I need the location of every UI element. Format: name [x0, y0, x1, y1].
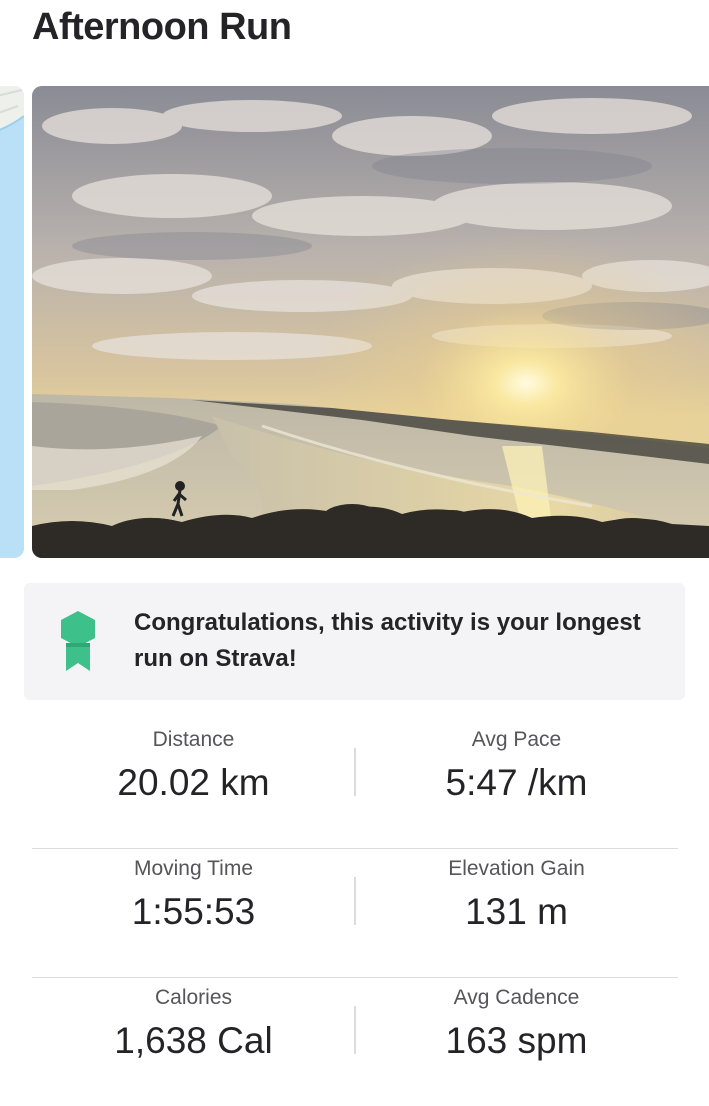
stat-label: Avg Pace [471, 728, 562, 751]
activity-stats-grid: Distance 20.02 km Avg Pace 5:47 /km Movi… [32, 720, 678, 1106]
stat-value: 131 m [465, 891, 568, 932]
route-map-thumbnail[interactable] [0, 86, 24, 558]
stat-elevation-gain: Elevation Gain 131 m [355, 849, 678, 933]
achievement-banner[interactable]: Congratulations, this activity is your l… [24, 583, 685, 700]
beach-sunset-image [32, 86, 709, 558]
stat-label: Distance [152, 728, 235, 751]
stat-label: Calories [154, 986, 233, 1009]
stat-value: 20.02 km [117, 762, 270, 803]
stat-label: Elevation Gain [448, 857, 585, 880]
stat-value: 1,638 Cal [114, 1020, 273, 1061]
stat-calories: Calories 1,638 Cal [32, 978, 355, 1062]
stat-value: 1:55:53 [131, 891, 256, 932]
activity-photo[interactable] [32, 86, 709, 558]
stats-row: Moving Time 1:55:53 Elevation Gain 131 m [32, 849, 678, 978]
stat-label: Moving Time [133, 857, 254, 880]
stat-value: 163 spm [445, 1020, 588, 1061]
stat-label: Avg Cadence [453, 986, 580, 1009]
activity-title: Afternoon Run [32, 6, 292, 48]
stat-avg-pace: Avg Pace 5:47 /km [355, 720, 678, 804]
stat-distance: Distance 20.02 km [32, 720, 355, 804]
stat-avg-cadence: Avg Cadence 163 spm [355, 978, 678, 1062]
stats-row: Calories 1,638 Cal Avg Cadence 163 spm [32, 978, 678, 1106]
achievement-message: Congratulations, this activity is your l… [134, 609, 641, 672]
stats-row: Distance 20.02 km Avg Pace 5:47 /km [32, 720, 678, 849]
stat-value: 5:47 /km [445, 762, 588, 803]
achievement-badge-icon [61, 611, 95, 671]
stat-moving-time: Moving Time 1:55:53 [32, 849, 355, 933]
